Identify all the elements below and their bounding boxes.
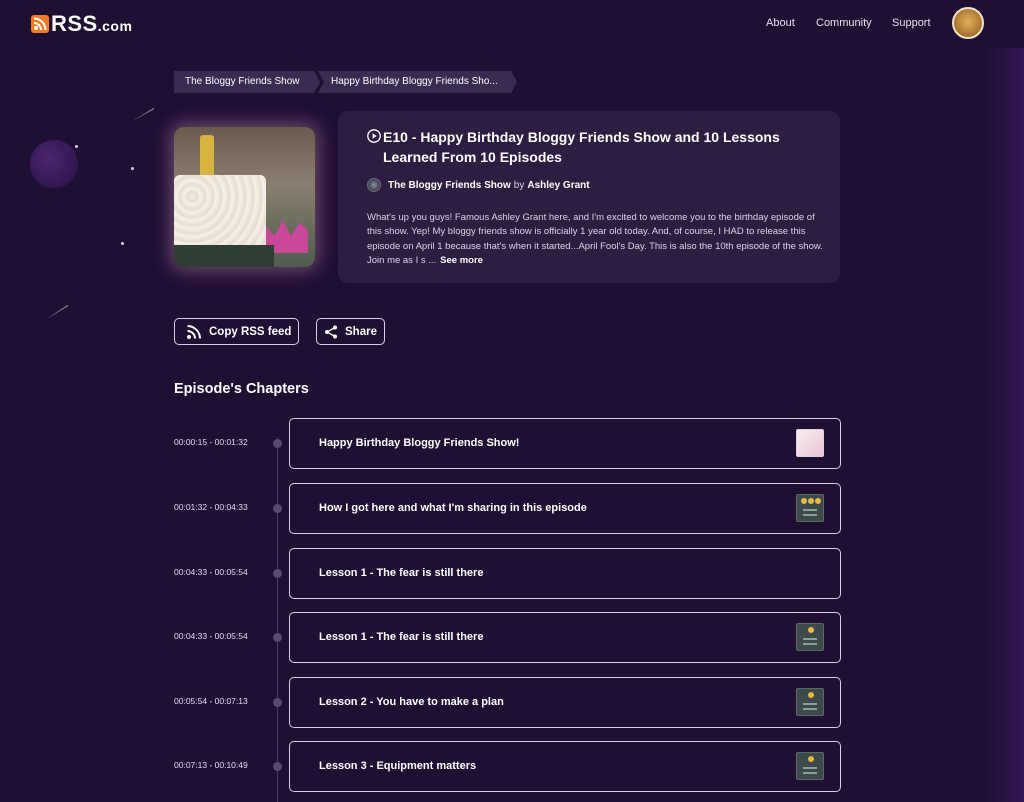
star-decoration (131, 167, 134, 170)
chapter-time: 00:07:13 - 00:10:49 (174, 760, 248, 770)
nav-support[interactable]: Support (892, 17, 931, 29)
chapter-row: 00:01:32 - 00:04:33 How I got here and w… (0, 483, 1024, 534)
timeline-dot (273, 439, 282, 448)
timeline-dot (273, 762, 282, 771)
chapter-title: Lesson 2 - You have to make a plan (319, 696, 504, 708)
chapter-title: Lesson 3 - Equipment matters (319, 760, 477, 772)
share-label: Share (345, 325, 377, 338)
chapter-thumbnail (796, 623, 824, 651)
episode-description: What's up you guys! Famous Ashley Grant … (367, 211, 829, 268)
chapter-row: 00:07:13 - 00:10:49 Lesson 3 - Equipment… (0, 741, 1024, 792)
chapter-thumbnail (796, 688, 824, 716)
see-more-link[interactable]: See more (440, 255, 483, 266)
nav-about[interactable]: About (766, 17, 795, 29)
chapter-title: Lesson 1 - The fear is still there (319, 567, 484, 579)
timeline-dot (273, 698, 282, 707)
chapter-time: 00:04:33 - 00:05:54 (174, 631, 248, 641)
chapter-thumbnail (796, 494, 824, 522)
chapter-thumbnail (796, 429, 824, 457)
chapter-card[interactable]: Lesson 3 - Equipment matters (289, 741, 841, 792)
candle-shape (200, 135, 214, 177)
chapter-card[interactable]: Happy Birthday Bloggy Friends Show! (289, 418, 841, 469)
cake-shape (174, 175, 266, 247)
shooting-star-decoration (131, 108, 155, 122)
rss-feed-icon (187, 324, 201, 339)
logo-suffix: .com (97, 18, 133, 34)
chapter-time: 00:01:32 - 00:04:33 (174, 502, 248, 512)
episode-title: E10 - Happy Birthday Bloggy Friends Show… (383, 129, 780, 165)
chapter-row: 00:04:33 - 00:05:54 Lesson 1 - The fear … (0, 548, 1024, 599)
show-link[interactable]: The Bloggy Friends Show (388, 180, 511, 191)
timeline-dot (273, 569, 282, 578)
show-byline: The Bloggy Friends Show by Ashley Grant (367, 178, 590, 192)
logo-text: RSS.com (51, 11, 133, 36)
user-avatar[interactable] (952, 7, 984, 39)
chapter-thumbnail (796, 752, 824, 780)
star-decoration (75, 145, 78, 148)
chapter-row: 00:04:33 - 00:05:54 Lesson 1 - The fear … (0, 612, 1024, 663)
timeline-dot (273, 633, 282, 642)
play-icon[interactable] (367, 129, 381, 143)
chapter-card[interactable]: Lesson 1 - The fear is still there (289, 612, 841, 663)
by-label: by (513, 179, 525, 191)
share-icon (325, 325, 337, 338)
shooting-star-decoration (45, 305, 69, 320)
chapter-card[interactable]: Lesson 2 - You have to make a plan (289, 677, 841, 728)
episode-cover-image (174, 127, 315, 267)
chapter-time: 00:00:15 - 00:01:32 (174, 437, 248, 447)
show-thumbnail[interactable] (367, 178, 381, 192)
chapters-heading: Episode's Chapters (174, 381, 309, 397)
chapter-title: How I got here and what I'm sharing in t… (319, 502, 587, 514)
chapter-card[interactable]: Lesson 1 - The fear is still there (289, 548, 841, 599)
plate-shape (174, 245, 274, 267)
rss-icon (31, 15, 49, 33)
chapter-time: 00:05:54 - 00:07:13 (174, 696, 248, 706)
chapter-row: 00:05:54 - 00:07:13 Lesson 2 - You have … (0, 677, 1024, 728)
rss-logo[interactable]: RSS.com (31, 11, 132, 37)
timeline-dot (273, 504, 282, 513)
chapter-time: 00:04:33 - 00:05:54 (174, 567, 248, 577)
chapter-title: Happy Birthday Bloggy Friends Show! (319, 437, 520, 449)
chapter-title: Lesson 1 - The fear is still there (319, 631, 484, 643)
breadcrumb-show[interactable]: The Bloggy Friends Show (174, 71, 320, 93)
chapter-card[interactable]: How I got here and what I'm sharing in t… (289, 483, 841, 534)
author-link[interactable]: Ashley Grant (527, 180, 589, 191)
planet-decoration (30, 140, 78, 188)
chapter-row: 00:00:15 - 00:01:32 Happy Birthday Blogg… (0, 418, 1024, 469)
description-text: What's up you guys! Famous Ashley Grant … (367, 212, 823, 266)
star-decoration (121, 242, 124, 245)
breadcrumb-episode[interactable]: Happy Birthday Bloggy Friends Sho... (318, 71, 517, 93)
nav-community[interactable]: Community (816, 17, 872, 29)
site-header: RSS.com About Community Support (0, 0, 1024, 48)
copy-rss-feed-button[interactable]: Copy RSS feed (174, 318, 299, 345)
share-button[interactable]: Share (316, 318, 385, 345)
copy-rss-label: Copy RSS feed (209, 325, 292, 338)
